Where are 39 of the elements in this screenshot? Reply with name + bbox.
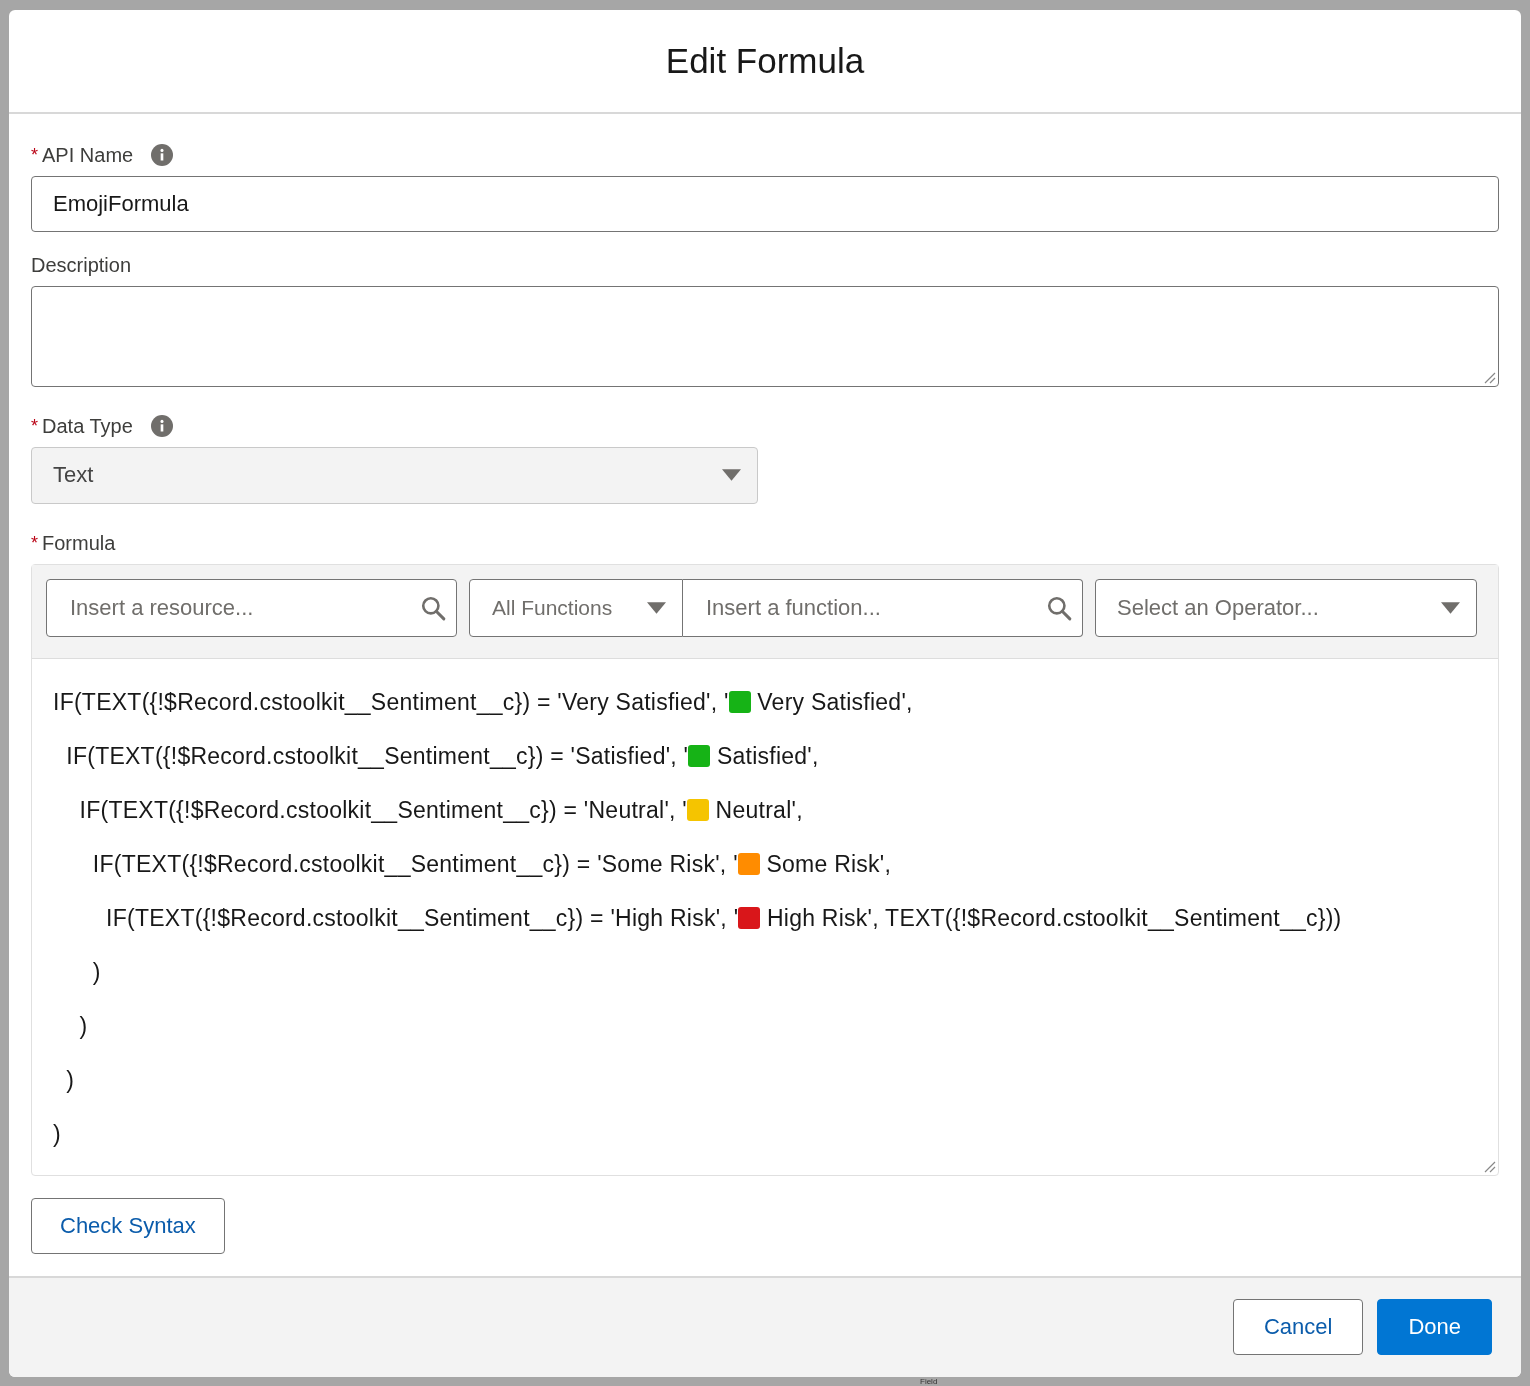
caret-icon [647,601,666,614]
resource-search-box[interactable]: Insert a resource... [46,578,457,637]
api-name-field[interactable]: EmojiFormula [31,175,1499,232]
formula-line: IF(TEXT({!$Record.cstoolkit__Sentiment__c}) = 'High Risk', ' High Risk', TEXT({!$Record.cstoolkit__Sentiment__c})) [105,903,1343,933]
formula-line: IF(TEXT({!$Record.cstoolkit__Sentiment__c}) = 'Very Satisfied', ' Very Satisfied', [53,687,914,717]
required-asterisk: * [31,144,38,166]
field-label: Data Type [42,414,133,438]
check-syntax-button[interactable]: Check Syntax [31,1197,225,1254]
field-label: Formula [42,531,116,555]
search-icon [420,594,446,621]
resize-grip-icon[interactable] [1484,371,1496,384]
formula-line: ) [78,1011,89,1041]
function-search-box[interactable]: Insert a function... [683,578,1083,637]
field-label: Description [31,253,132,277]
description-field[interactable] [31,285,1499,387]
formula-line: IF(TEXT({!$Record.cstoolkit__Sentiment__c}) = 'Neutral', ' Neutral', [78,795,804,825]
info-icon[interactable] [150,415,173,437]
formula-line: IF(TEXT({!$Record.cstoolkit__Sentiment__c}) = 'Some Risk', ' Some Risk', [91,849,893,879]
formula-line: IF(TEXT({!$Record.cstoolkit__Sentiment__c}) = 'Satisfied', ' Satisfied', [65,741,820,771]
operator-select[interactable]: Select an Operator... [1095,578,1477,637]
formula-line: ) [65,1065,76,1095]
search-icon [1046,594,1072,621]
resize-grip-icon[interactable] [1484,1160,1496,1173]
caret-icon [1441,601,1460,614]
resource-search-field[interactable]: Insert a resource... [68,586,420,629]
cancel-button[interactable]: Cancel [1232,1299,1364,1356]
dialog-title: Edit Formula [665,40,865,81]
function-search-field[interactable]: Insert a function... [704,586,1046,629]
required-asterisk: * [31,415,38,437]
caret-icon [722,469,741,481]
info-icon[interactable] [151,144,174,166]
done-button[interactable]: Done [1377,1299,1492,1356]
formula-line: ) [53,1119,62,1149]
function-category-select[interactable]: All Functions [469,578,683,637]
formula-line: ) [91,957,102,987]
formula-editor[interactable] [31,563,1499,1176]
required-asterisk: * [31,532,38,554]
field-label: API Name [42,143,134,167]
background-text: Field [920,1377,938,1386]
